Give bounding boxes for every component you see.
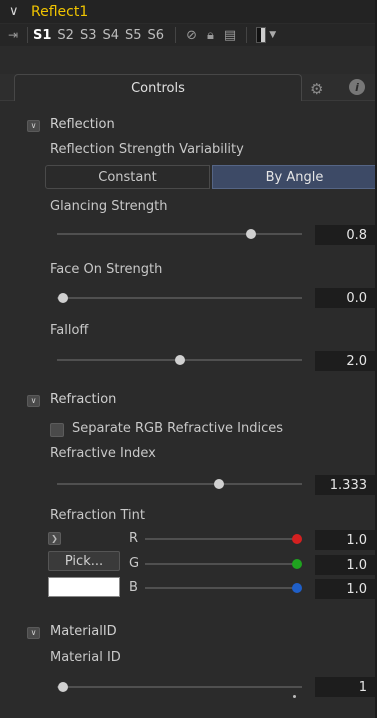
divider — [246, 27, 248, 43]
refraction-tint-label: Refraction Tint — [50, 508, 146, 523]
separate-rgb-checkbox[interactable] — [50, 423, 64, 437]
channel-g-value[interactable]: 1.0 — [315, 555, 375, 575]
material-id-slider[interactable] — [57, 686, 302, 688]
collapse-chevron-icon[interactable]: ∨ — [9, 5, 21, 18]
slot-s4[interactable]: S4 — [102, 28, 119, 43]
inspector-tabs: Controls ⚙︎ i — [0, 74, 377, 101]
info-icon[interactable]: i — [349, 79, 365, 95]
glancing-strength-slider[interactable] — [57, 233, 302, 235]
channel-r-slider[interactable] — [145, 538, 300, 540]
tool-header[interactable]: ∨ Reflect1 — [0, 0, 377, 23]
pin-icon[interactable]: ⇥ — [8, 28, 22, 42]
divider — [27, 27, 28, 43]
channel-b-value[interactable]: 1.0 — [315, 579, 375, 599]
channel-r-value[interactable]: 1.0 — [315, 530, 375, 550]
tab-controls[interactable]: Controls — [14, 74, 302, 101]
default-marker — [293, 695, 296, 698]
slot-s1[interactable]: S1 — [33, 28, 51, 43]
gear-icon[interactable]: ⚙︎ — [310, 80, 323, 98]
refractive-index-handle[interactable] — [214, 479, 224, 489]
channel-b-label: B — [129, 580, 138, 595]
divider — [175, 27, 177, 43]
slot-s6[interactable]: S6 — [148, 28, 165, 43]
tile-color-swatch-icon[interactable] — [256, 27, 267, 43]
separate-rgb-label: Separate RGB Refractive Indices — [72, 421, 284, 436]
channel-r-label: R — [129, 531, 139, 546]
save-icon[interactable]: ▤ — [224, 28, 236, 43]
face-on-strength-label: Face On Strength — [50, 262, 163, 277]
glancing-strength-handle[interactable] — [246, 229, 256, 239]
reflection-section-title: Reflection — [50, 117, 115, 132]
channel-r-handle[interactable] — [292, 534, 302, 544]
slot-s5[interactable]: S5 — [125, 28, 142, 43]
face-on-strength-value[interactable]: 0.0 — [315, 288, 375, 308]
tint-color-swatch[interactable] — [48, 577, 120, 597]
falloff-label: Falloff — [50, 323, 89, 338]
lock-icon[interactable]: 🔒︎ — [207, 28, 214, 43]
disable-icon[interactable]: ⊘ — [186, 28, 197, 43]
materialid-collapse-toggle[interactable]: ∨ — [27, 627, 40, 639]
falloff-value[interactable]: 2.0 — [315, 351, 375, 371]
refractive-index-value[interactable]: 1.333 — [315, 475, 375, 495]
chevron-down-icon[interactable]: ▼ — [269, 30, 276, 40]
material-id-label: Material ID — [50, 650, 121, 665]
version-slot-bar: ⇥ S1 S2 S3 S4 S5 S6 ⊘ 🔒︎ ▤ ▼ — [0, 24, 377, 46]
reflection-variability-label: Reflection Strength Variability — [50, 142, 244, 157]
variability-button-group: Constant By Angle — [45, 165, 377, 189]
glancing-strength-value[interactable]: 0.8 — [315, 225, 375, 245]
by-angle-button[interactable]: By Angle — [212, 165, 377, 189]
channel-b-slider[interactable] — [145, 587, 300, 589]
material-id-handle[interactable] — [58, 682, 68, 692]
refractive-index-slider[interactable] — [57, 483, 302, 485]
reflection-collapse-toggle[interactable]: ∨ — [27, 120, 40, 132]
materialid-section-title: MaterialID — [50, 624, 117, 639]
material-id-value[interactable]: 1 — [315, 677, 375, 697]
channel-g-label: G — [129, 556, 140, 571]
refraction-section-title: Refraction — [50, 392, 117, 407]
face-on-strength-slider[interactable] — [57, 297, 302, 299]
glancing-strength-label: Glancing Strength — [50, 199, 168, 214]
pick-button[interactable]: Pick... — [48, 551, 120, 571]
channel-g-handle[interactable] — [292, 559, 302, 569]
constant-button[interactable]: Constant — [45, 165, 210, 189]
falloff-handle[interactable] — [175, 355, 185, 365]
tool-title: Reflect1 — [31, 3, 89, 20]
tint-expand-icon[interactable]: ❯ — [48, 532, 61, 545]
slot-s2[interactable]: S2 — [57, 28, 74, 43]
refractive-index-label: Refractive Index — [50, 446, 156, 461]
face-on-strength-handle[interactable] — [58, 293, 68, 303]
slot-s3[interactable]: S3 — [80, 28, 97, 43]
channel-b-handle[interactable] — [292, 583, 302, 593]
refraction-collapse-toggle[interactable]: ∨ — [27, 395, 40, 407]
channel-g-slider[interactable] — [145, 563, 300, 565]
